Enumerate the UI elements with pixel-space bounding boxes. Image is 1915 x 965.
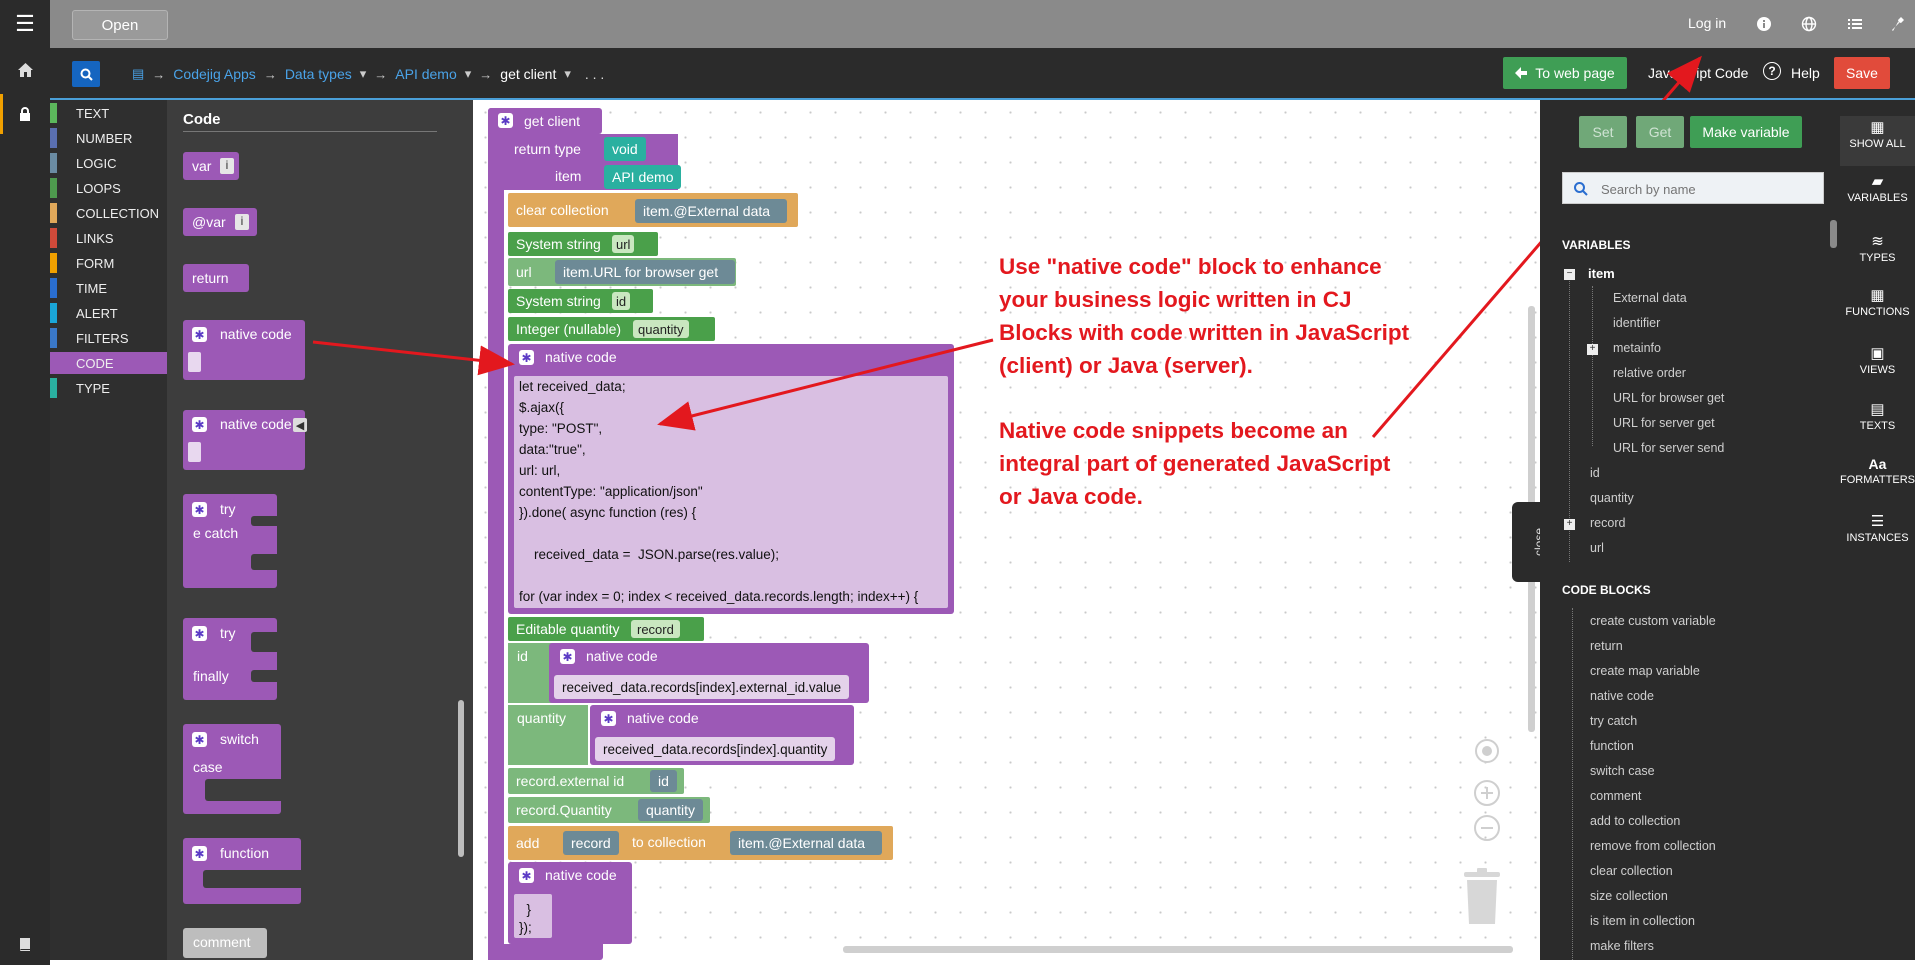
sidenav-label: VIEWS [1859, 364, 1896, 376]
code-block-item[interactable]: is item in collection [1590, 914, 1695, 928]
tree-item-child[interactable]: identifier [1613, 316, 1660, 330]
sidenav-label: VARIABLES [1847, 192, 1908, 204]
calendar-icon: ▦ [1870, 287, 1885, 304]
tree-line [1572, 608, 1573, 960]
search-input[interactable] [1599, 178, 1818, 200]
book-icon: ▰ [1871, 173, 1884, 190]
sidenav-show-all[interactable]: ▦ SHOW ALL [1840, 116, 1915, 166]
sidenav-label: TEXTS [1859, 420, 1896, 432]
zoom-out-icon[interactable] [1473, 814, 1501, 842]
grid-icon: ▦ [1870, 119, 1885, 136]
code-block-item[interactable]: try catch [1590, 714, 1637, 728]
list-icon: ☰ [1870, 513, 1885, 530]
code-block-item[interactable]: return [1590, 639, 1623, 653]
sidenav-label: INSTANCES [1846, 532, 1909, 544]
sidenav-instances[interactable]: ☰ INSTANCES [1840, 512, 1915, 544]
search-icon [1574, 182, 1588, 196]
zoom-in-icon[interactable] [1473, 779, 1501, 807]
sidenav-label: SHOW ALL [1849, 138, 1906, 150]
tree-item-child[interactable]: URL for browser get [1613, 391, 1724, 405]
search-field[interactable] [1562, 172, 1824, 204]
code-block-item[interactable]: native code [1590, 689, 1654, 703]
right-icon-nav: ▦ SHOW ALL ▰ VARIABLES ≋ TYPES ▦ FUNCTIONS ▣ VIEW… [1840, 100, 1915, 960]
code-block-item[interactable]: add to collection [1590, 814, 1680, 828]
set-button[interactable]: Set [1579, 116, 1627, 148]
arrow-to-code-editor [657, 338, 994, 431]
target-icon[interactable] [1473, 737, 1501, 765]
close-right-panel-tab[interactable]: close [1512, 502, 1546, 582]
arrow-to-native-palette [312, 340, 515, 376]
get-button[interactable]: Get [1636, 116, 1684, 148]
make-variable-button[interactable]: Make variable [1690, 116, 1802, 148]
sidenav-functions[interactable]: ▦ FUNCTIONS [1840, 286, 1915, 318]
code-block-item[interactable]: create map variable [1590, 664, 1700, 678]
sidenav-formatters[interactable]: Aa FORMATTERS [1840, 456, 1915, 486]
tree-line [1592, 286, 1593, 446]
code-block-item[interactable]: make filters [1590, 939, 1654, 953]
expand-icon[interactable]: + [1564, 519, 1575, 530]
sidenav-types[interactable]: ≋ TYPES [1840, 232, 1915, 264]
code-block-item[interactable]: create custom variable [1590, 614, 1716, 628]
workspace-horizontal-scrollbar[interactable] [843, 946, 1513, 953]
code-block-item[interactable]: switch case [1590, 764, 1655, 778]
tree-item-variable[interactable]: record [1590, 516, 1625, 530]
code-blocks-section-title: CODE BLOCKS [1562, 583, 1651, 597]
code-block-item[interactable]: comment [1590, 789, 1641, 803]
sidenav-texts[interactable]: ▤ TEXTS [1840, 400, 1915, 432]
sidenav-views[interactable]: ▣ VIEWS [1840, 344, 1915, 376]
sidenav-label: FUNCTIONS [1845, 306, 1910, 318]
document-icon: ▤ [1870, 401, 1885, 418]
right-panel: Set Get Make variable VARIABLES − item Ext… [1540, 100, 1840, 960]
expand-icon[interactable]: + [1587, 344, 1598, 355]
tree-item-variable[interactable]: quantity [1590, 491, 1634, 505]
tree-item-child[interactable]: metainfo [1613, 341, 1661, 355]
tree-item-variable[interactable]: url [1590, 541, 1604, 555]
code-block-item[interactable]: size collection [1590, 889, 1668, 903]
tree-item-child[interactable]: URL for server send [1613, 441, 1724, 455]
tree-item-child[interactable]: relative order [1613, 366, 1686, 380]
tree-item-child[interactable]: URL for server get [1613, 416, 1715, 430]
variables-section-title: VARIABLES [1562, 238, 1631, 252]
code-block-item[interactable]: function [1590, 739, 1634, 753]
database-icon: ≋ [1871, 233, 1884, 250]
text-format-icon: Aa [1868, 456, 1887, 472]
code-block-item[interactable]: clear collection [1590, 864, 1673, 878]
collapse-icon[interactable]: − [1564, 269, 1575, 280]
sidenav-label: TYPES [1859, 252, 1896, 264]
tree-item-child[interactable]: External data [1613, 291, 1687, 305]
right-panel-scrollbar[interactable] [1830, 220, 1837, 248]
image-icon: ▣ [1870, 345, 1885, 362]
code-block-item[interactable]: remove from collection [1590, 839, 1716, 853]
sidenav-variables[interactable]: ▰ VARIABLES [1840, 172, 1915, 204]
tree-item-item[interactable]: item [1588, 266, 1615, 281]
trash-icon[interactable] [1462, 868, 1502, 926]
sidenav-label: FORMATTERS [1840, 474, 1915, 486]
tree-item-variable[interactable]: id [1590, 466, 1600, 480]
